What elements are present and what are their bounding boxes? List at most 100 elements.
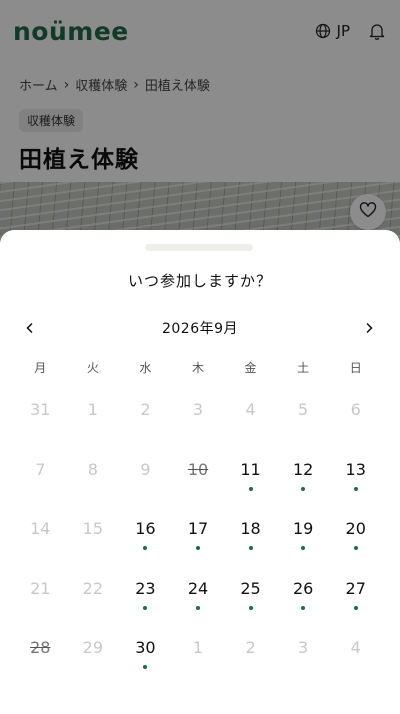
availability-dot xyxy=(143,605,148,610)
calendar-day: 10 xyxy=(172,460,225,520)
calendar-day: 14 xyxy=(14,519,67,579)
day-number: 14 xyxy=(30,519,51,539)
day-number: 29 xyxy=(82,638,104,658)
weekday-sun: 日 xyxy=(349,361,362,375)
weekday-header: 月 火 水 木 金 土 日 xyxy=(14,359,382,376)
availability-dot xyxy=(195,605,200,610)
day-number: 17 xyxy=(187,519,209,539)
calendar-day-available[interactable]: 23 xyxy=(119,579,172,639)
calendar-day: 1 xyxy=(67,400,120,460)
chevron-right-icon xyxy=(364,319,374,338)
day-number: 23 xyxy=(135,578,156,598)
calendar-day: 4 xyxy=(224,400,277,460)
availability-dot xyxy=(248,486,253,491)
day-number: 2 xyxy=(245,638,256,658)
day-number: 16 xyxy=(135,519,156,539)
day-number: 12 xyxy=(292,459,314,479)
calendar-grid: 31 1 2 3 4 5 6 7 8 9 10 11 12 13 14 15 16 17 18 19 20 21 22 23 2… xyxy=(14,400,382,698)
day-number: 15 xyxy=(82,519,104,539)
day-number: 27 xyxy=(345,578,366,598)
day-number: 5 xyxy=(298,400,309,419)
day-number: 30 xyxy=(135,638,156,658)
calendar-day: 6 xyxy=(329,400,382,460)
calendar-day-available[interactable]: 24 xyxy=(172,579,225,639)
day-number: 3 xyxy=(192,400,204,419)
day-number: 25 xyxy=(240,578,261,598)
weekday-wed: 水 xyxy=(139,361,152,375)
day-number: 18 xyxy=(240,519,261,539)
day-number: 6 xyxy=(350,400,361,419)
calendar-day-available[interactable]: 13 xyxy=(329,460,382,520)
day-number: 1 xyxy=(87,400,98,419)
calendar-day: 22 xyxy=(67,579,120,639)
weekday-thu: 木 xyxy=(191,361,204,375)
sheet-title: いつ参加しますか？ xyxy=(127,272,272,290)
day-number: 8 xyxy=(87,459,98,479)
availability-dot xyxy=(248,546,253,551)
calendar-day: 28 xyxy=(14,638,67,698)
calendar-day-available[interactable]: 16 xyxy=(119,519,172,579)
calendar-day-available[interactable]: 20 xyxy=(329,519,382,579)
availability-dot xyxy=(248,605,253,610)
calendar-day: 9 xyxy=(119,460,172,520)
calendar-day-available[interactable]: 11 xyxy=(224,460,277,520)
availability-dot xyxy=(195,546,200,551)
chevron-left-icon xyxy=(25,319,35,338)
availability-dot xyxy=(301,605,306,610)
prev-month-button[interactable] xyxy=(18,318,42,338)
calendar-day: 31 xyxy=(14,400,67,460)
calendar-day-available[interactable]: 27 xyxy=(329,579,382,639)
day-number: 11 xyxy=(240,459,261,479)
calendar-day-available[interactable]: 18 xyxy=(224,519,277,579)
availability-dot xyxy=(353,605,358,610)
day-number: 3 xyxy=(298,638,309,658)
day-number: 31 xyxy=(30,400,51,419)
day-number: 24 xyxy=(187,578,209,598)
weekday-tue: 火 xyxy=(86,361,99,375)
calendar-day: 21 xyxy=(14,579,67,639)
availability-dot xyxy=(301,546,306,551)
calendar-day-available[interactable]: 30 xyxy=(119,638,172,698)
calendar-day: 3 xyxy=(172,400,225,460)
weekday-sat: 土 xyxy=(297,361,310,375)
weekday-mon: 月 xyxy=(34,361,47,375)
day-number: 10 xyxy=(187,459,209,479)
calendar-day: 7 xyxy=(14,460,67,520)
calendar-day: 1 xyxy=(172,638,225,698)
calendar-day-available[interactable]: 19 xyxy=(277,519,330,579)
availability-dot xyxy=(143,546,148,551)
calendar-day-available[interactable]: 26 xyxy=(277,579,330,639)
availability-dot xyxy=(353,486,358,491)
calendar-day: 2 xyxy=(119,400,172,460)
day-number: 26 xyxy=(292,578,314,598)
sheet-drag-handle[interactable] xyxy=(145,244,253,251)
day-number: 20 xyxy=(345,519,366,539)
day-number: 7 xyxy=(35,459,46,479)
day-number: 21 xyxy=(30,578,51,598)
day-number: 4 xyxy=(245,400,256,419)
weekday-fri: 金 xyxy=(244,361,257,375)
calendar-day: 4 xyxy=(329,638,382,698)
day-number: 28 xyxy=(30,638,51,658)
availability-dot xyxy=(353,546,358,551)
day-number: 22 xyxy=(82,578,104,598)
calendar-day: 15 xyxy=(67,519,120,579)
calendar-day: 8 xyxy=(67,460,120,520)
availability-dot xyxy=(301,486,306,491)
calendar-day-available[interactable]: 12 xyxy=(277,460,330,520)
day-number: 13 xyxy=(345,459,366,479)
day-number: 19 xyxy=(292,519,314,539)
calendar-day: 2 xyxy=(224,638,277,698)
calendar-day: 3 xyxy=(277,638,330,698)
month-label: 2026年9月 xyxy=(161,321,239,337)
calendar-day: 5 xyxy=(277,400,330,460)
calendar-day-available[interactable]: 17 xyxy=(172,519,225,579)
next-month-button[interactable] xyxy=(357,318,381,338)
day-number: 1 xyxy=(192,638,204,658)
date-picker-sheet: いつ参加しますか？ 2026年9月 月 火 水 木 金 土 日 31 1 2 3 4 5 6… xyxy=(0,230,400,714)
month-navigation: 2026年9月 xyxy=(0,318,400,338)
calendar-day: 29 xyxy=(67,638,120,698)
availability-dot xyxy=(143,665,148,670)
calendar-day-available[interactable]: 25 xyxy=(224,579,277,639)
day-number: 9 xyxy=(140,459,151,479)
